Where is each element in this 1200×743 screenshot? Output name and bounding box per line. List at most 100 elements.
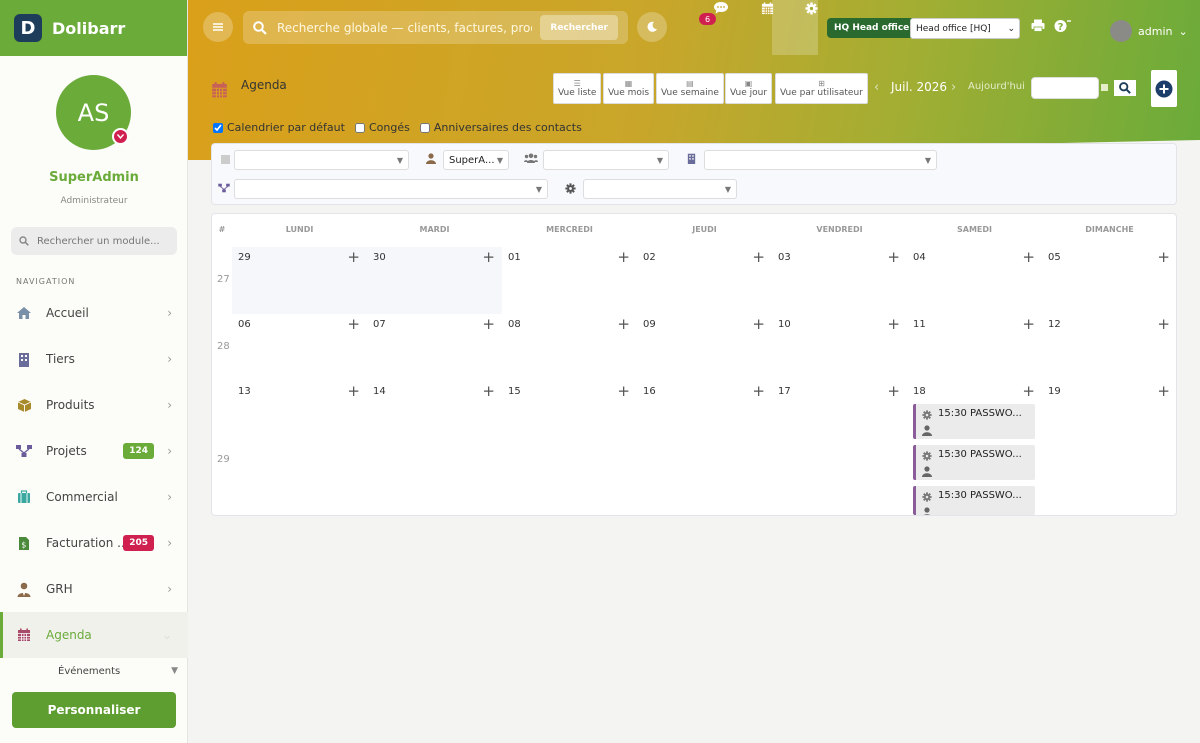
view-week-button[interactable]: ▤ Vue semaine — [656, 73, 724, 104]
add-event-plus-icon[interactable]: + — [347, 248, 360, 266]
previous-month-icon[interactable]: ‹ — [874, 80, 879, 95]
event-type-select[interactable]: ▼ — [234, 150, 409, 170]
messages-button[interactable] — [712, 0, 730, 16]
check-conges[interactable]: Congés — [354, 121, 410, 134]
add-event-plus-icon[interactable]: + — [617, 248, 630, 266]
add-event-plus-icon[interactable]: + — [482, 382, 495, 400]
entity-select[interactable]: Head office [HQ] ⌄ — [910, 18, 1020, 39]
day-cell[interactable]: 15 + — [502, 381, 637, 448]
sidebar-item-projets[interactable]: Projets 124 › — [0, 428, 188, 474]
sidebar-item-produits[interactable]: Produits › — [0, 382, 188, 428]
view-month-button[interactable]: ▦ Vue mois — [603, 73, 655, 104]
add-event-plus-icon[interactable]: + — [347, 382, 360, 400]
day-cell[interactable]: 10 + — [772, 314, 907, 381]
calendar-event[interactable]: 15:30 PASSWO... — [913, 404, 1035, 439]
setup-button[interactable] — [803, 0, 819, 16]
add-event-plus-icon[interactable]: + — [1022, 315, 1035, 333]
global-search[interactable]: Rechercher — [243, 11, 628, 44]
day-cell[interactable]: 16 + — [637, 381, 772, 448]
sidebar-item-commercial[interactable]: Commercial › — [0, 474, 188, 520]
sidebar-item-agenda[interactable]: Agenda ⌄ — [0, 612, 188, 658]
day-number: 02 — [643, 252, 656, 263]
day-cell[interactable]: 17 + — [772, 381, 907, 448]
add-event-button[interactable] — [1151, 70, 1177, 107]
add-event-plus-icon[interactable]: + — [617, 382, 630, 400]
day-cell[interactable]: 14 + — [367, 381, 502, 448]
add-event-plus-icon[interactable]: + — [1157, 248, 1170, 266]
calendar-header: # LUNDI MARDI MERCREDI JEUDI VENDREDI SA… — [212, 214, 1176, 247]
birthdays-checkbox[interactable] — [419, 122, 430, 133]
brand-bar[interactable]: D Dolibarr — [0, 0, 187, 56]
global-search-input[interactable] — [277, 20, 532, 35]
view-day-button[interactable]: ▣ Vue jour — [725, 73, 773, 104]
add-event-plus-icon[interactable]: + — [1157, 315, 1170, 333]
day-cell[interactable]: 12 + — [1042, 314, 1176, 381]
day-cell[interactable]: 04 + — [907, 247, 1042, 314]
view-per-user-button[interactable]: ⊞ Vue par utilisateur — [775, 73, 868, 104]
menu-toggle-button[interactable] — [203, 12, 233, 42]
avatar-dropdown-icon[interactable] — [112, 128, 129, 145]
sidebar-item-facturation[interactable]: $ Facturation ... 205 › — [0, 520, 188, 566]
date-input[interactable] — [1031, 77, 1099, 99]
user-menu[interactable]: admin ⌄ — [1110, 20, 1188, 42]
next-month-icon[interactable]: › — [951, 80, 956, 95]
sidebar-item-tiers[interactable]: Tiers › — [0, 336, 188, 382]
add-event-plus-icon[interactable]: + — [887, 248, 900, 266]
user-name[interactable]: SuperAdmin — [0, 170, 188, 185]
refresh-search-button[interactable] — [1114, 80, 1136, 96]
chevron-right-icon: › — [167, 582, 172, 596]
day-cell[interactable]: 11 + — [907, 314, 1042, 381]
check-default-calendar[interactable]: Calendrier par défaut — [213, 121, 345, 134]
add-event-plus-icon[interactable]: + — [1022, 382, 1035, 400]
global-search-button[interactable]: Rechercher — [540, 15, 618, 40]
add-event-plus-icon[interactable]: + — [887, 315, 900, 333]
dark-mode-toggle[interactable] — [637, 12, 667, 42]
module-search[interactable] — [11, 227, 177, 255]
print-button[interactable] — [1031, 19, 1045, 32]
day-cell[interactable]: 03 + — [772, 247, 907, 314]
day-cell[interactable]: 09 + — [637, 314, 772, 381]
add-event-plus-icon[interactable]: + — [482, 248, 495, 266]
day-cell[interactable]: 29 + — [232, 247, 367, 314]
check-birthdays[interactable]: Anniversaires des contacts — [419, 121, 582, 134]
add-event-plus-icon[interactable]: + — [1157, 382, 1170, 400]
add-event-plus-icon[interactable]: + — [752, 248, 765, 266]
add-event-plus-icon[interactable]: + — [347, 315, 360, 333]
day-cell[interactable]: 13 + — [232, 381, 367, 448]
add-event-plus-icon[interactable]: + — [617, 315, 630, 333]
add-event-plus-icon[interactable]: + — [887, 382, 900, 400]
add-event-plus-icon[interactable]: + — [482, 315, 495, 333]
sidebar-subitem-evenements[interactable]: Événements ▼ — [0, 660, 188, 682]
add-event-plus-icon[interactable]: + — [752, 382, 765, 400]
day-number: 14 — [373, 386, 386, 397]
module-search-input[interactable] — [37, 235, 167, 247]
today-button[interactable]: Aujourd'hui — [968, 81, 1025, 92]
add-event-plus-icon[interactable]: + — [1022, 248, 1035, 266]
user-filter-select[interactable]: SuperA... ▼ — [443, 150, 509, 170]
help-button[interactable]: ? — [1054, 19, 1072, 33]
day-cell[interactable]: 08 + — [502, 314, 637, 381]
calendar-picker-icon[interactable] — [1101, 84, 1108, 91]
calendar-event[interactable]: 15:30 PASSWO... — [913, 486, 1035, 515]
day-cell[interactable]: 02 + — [637, 247, 772, 314]
add-event-plus-icon[interactable]: + — [752, 315, 765, 333]
day-cell[interactable]: 30 + — [367, 247, 502, 314]
sidebar-item-accueil[interactable]: Accueil › — [0, 290, 188, 336]
project-select[interactable]: ▼ — [234, 179, 548, 199]
day-cell[interactable]: 05 + — [1042, 247, 1176, 314]
status-select[interactable]: ▼ — [583, 179, 737, 199]
day-cell[interactable]: 01 + — [502, 247, 637, 314]
default-calendar-checkbox[interactable] — [213, 122, 223, 133]
sidebar-item-grh[interactable]: GRH › — [0, 566, 188, 612]
user-group-select[interactable]: ▼ — [543, 150, 669, 170]
view-list-button[interactable]: ☰ Vue liste — [553, 73, 602, 104]
calendar-event[interactable]: 15:30 PASSWO... — [913, 445, 1035, 480]
view-week-label: Vue semaine — [661, 88, 719, 98]
day-cell[interactable]: 07 + — [367, 314, 502, 381]
thirdparty-select[interactable]: ▼ — [704, 150, 937, 170]
day-cell[interactable]: 06 + — [232, 314, 367, 381]
day-cell[interactable]: 19 + — [1042, 381, 1176, 448]
day-number: 17 — [778, 386, 791, 397]
conges-checkbox[interactable] — [354, 122, 365, 133]
personalise-button[interactable]: Personnaliser — [12, 692, 176, 728]
